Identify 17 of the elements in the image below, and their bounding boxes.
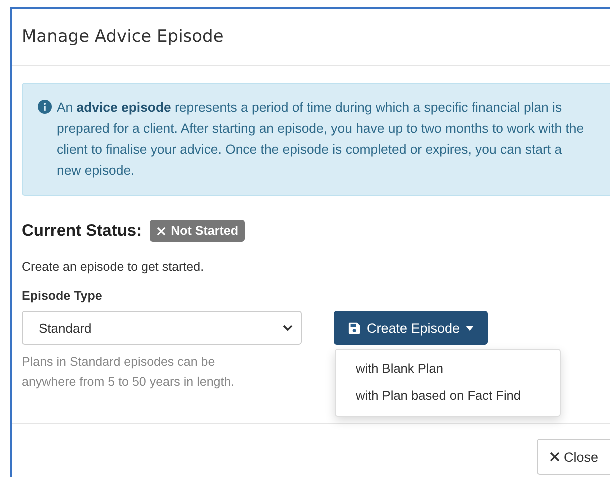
close-button[interactable]: Close xyxy=(537,439,610,475)
save-icon xyxy=(348,322,361,334)
help-text: Plans in Standard episodes can be anywhere from 5 to 50 years in length. xyxy=(22,354,236,391)
caret-icon xyxy=(466,326,474,330)
info-icon xyxy=(38,100,52,114)
chevron-icon xyxy=(283,325,293,331)
close-icon xyxy=(550,452,560,462)
status-label: Current Status: xyxy=(22,222,142,240)
create-episode-button[interactable]: Create Episode xyxy=(334,311,488,345)
menu-item[interactable]: with Plan based on Fact Find xyxy=(336,383,560,410)
menu-item[interactable]: with Blank Plan xyxy=(336,356,560,383)
intro-text: Create an episode to get started. xyxy=(22,260,206,274)
info-text: An advice episode represents a period of time during which a specific financial plan is prepared for a client. After starting an episode, you have up to two months to work with the client to finalise your advice. Once the episode is completed or expires, you can start a new episode. xyxy=(57,99,586,180)
status-badge: Not Started xyxy=(150,220,246,242)
field-label: Episode Type xyxy=(22,289,104,303)
modal-title: Manage Advice Episode xyxy=(22,27,224,47)
episode-type-select[interactable]: Standard xyxy=(22,311,302,345)
